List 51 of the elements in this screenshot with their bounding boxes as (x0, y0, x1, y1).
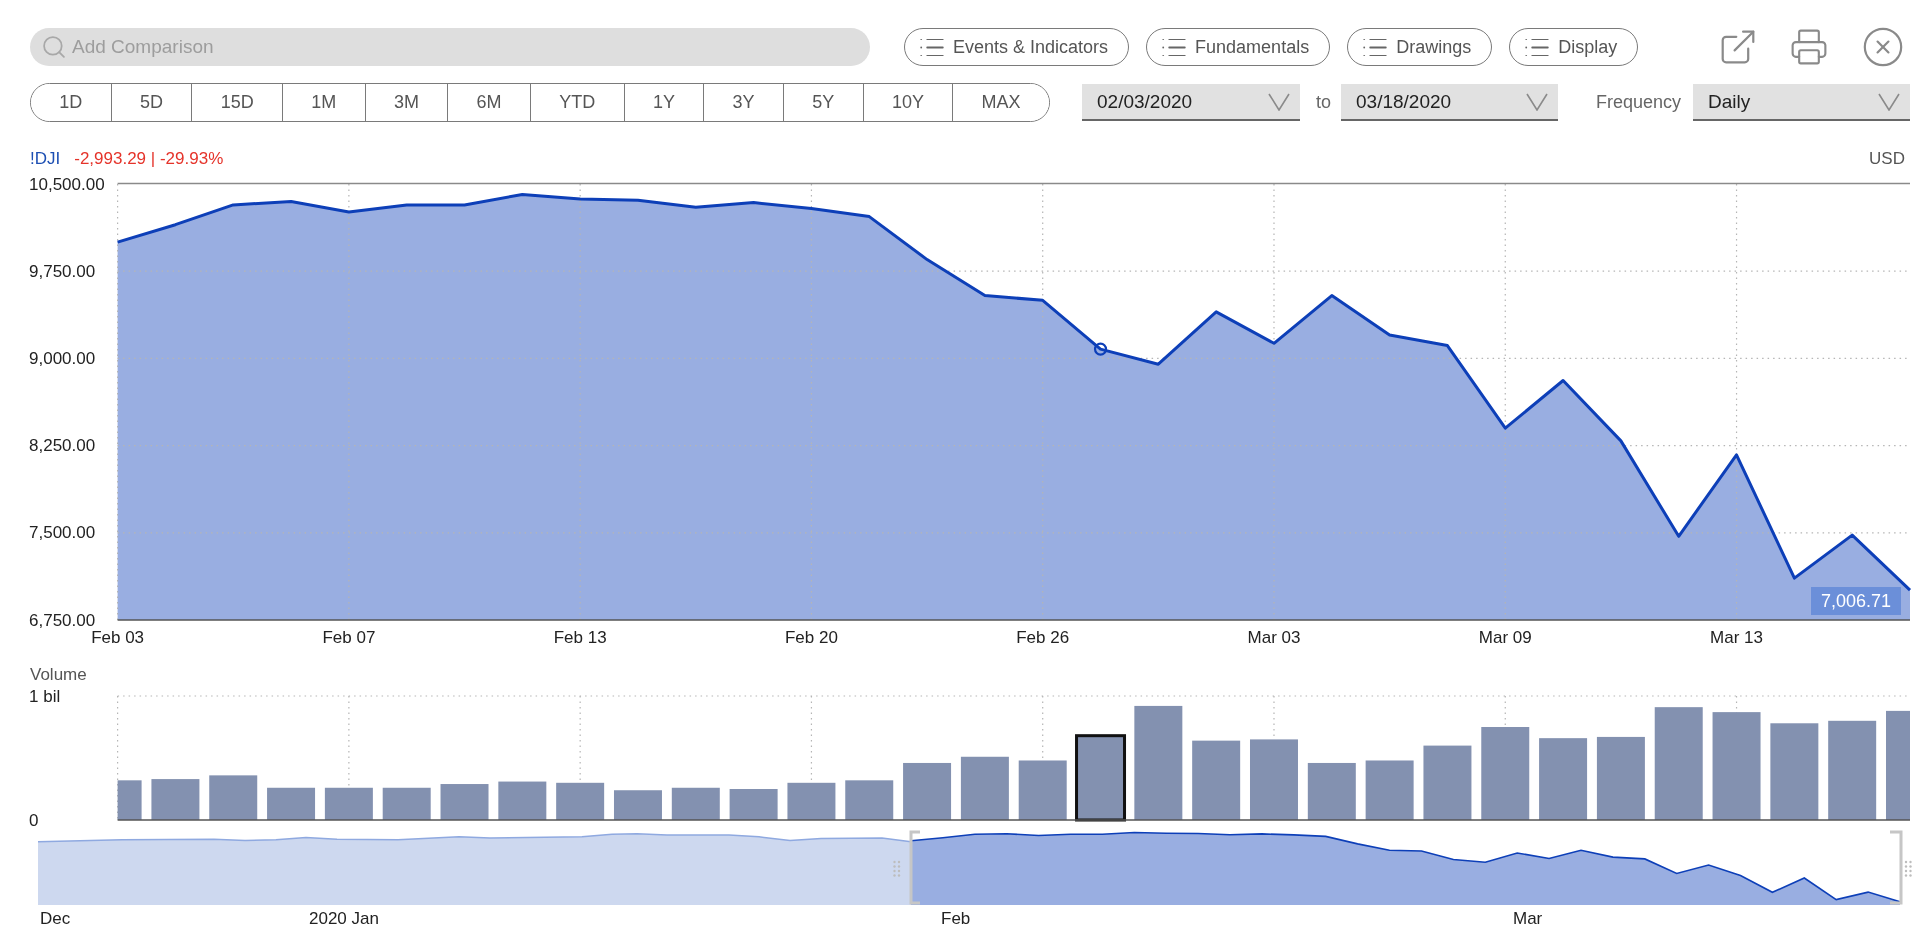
y-axis-label: 1 bil (29, 686, 61, 706)
chevron-down-icon (1878, 92, 1901, 111)
timeline-label: Feb (941, 909, 971, 928)
list-icon (1363, 38, 1388, 56)
y-axis-label: 9,000.00 (29, 348, 96, 368)
frequency-label: Frequency (1596, 92, 1682, 113)
date-dropdown[interactable]: 03/18/2020 (1341, 84, 1558, 121)
last-price-badge: 7,006.71 (1811, 587, 1901, 615)
timeline-label: 2020 Jan (309, 909, 379, 928)
external-link-icon[interactable] (1721, 30, 1755, 64)
menu-button[interactable]: Display (1509, 28, 1639, 66)
date-dropdown[interactable]: 02/03/2020 (1082, 84, 1300, 121)
frequency-dropdown[interactable]: Daily (1693, 84, 1911, 121)
timeline-label: Mar (1513, 909, 1543, 928)
chevron-down-icon (1268, 92, 1290, 111)
range-handle[interactable] (1890, 830, 1912, 905)
price-change: -2,993.29 | -29.93% (74, 149, 224, 169)
x-axis-label: Mar 13 (1710, 627, 1763, 647)
list-icon (920, 38, 944, 56)
search-field[interactable]: Add Comparison (30, 28, 870, 66)
range-tab[interactable]: MAX (952, 84, 1049, 121)
x-axis-label: Feb 07 (322, 627, 376, 647)
list-icon (1525, 38, 1550, 56)
symbol-label: !DJI (30, 149, 61, 169)
annotation: 7,006.71 (1820, 591, 1892, 611)
y-axis-label: 6,750.00 (29, 610, 96, 630)
x-axis-label: Feb 26 (1016, 627, 1070, 647)
menu-button[interactable]: Events & Indicators (904, 28, 1130, 66)
menu-button[interactable]: Drawings (1347, 28, 1493, 66)
x-axis-label: Feb 13 (553, 627, 607, 647)
y-axis-label: 0 (29, 810, 39, 830)
timeline-label: Dec (40, 909, 71, 928)
y-axis-label: 8,250.00 (29, 436, 96, 456)
x-axis-label: Feb 03 (91, 627, 145, 647)
chart-title: Volume (30, 665, 87, 685)
range-handle[interactable] (893, 830, 920, 905)
x-axis-label: Mar 09 (1478, 627, 1532, 647)
y-axis-label: 10,500.00 (29, 176, 105, 194)
y-axis-label: 9,750.00 (29, 261, 96, 281)
chevron-down-icon (1526, 92, 1548, 111)
x-axis-label: Feb 20 (784, 627, 838, 647)
to-label: to (1316, 92, 1331, 113)
print-icon[interactable] (1789, 29, 1829, 65)
list-icon (1162, 38, 1187, 56)
y-axis-label: 7,500.00 (29, 523, 96, 543)
close-icon[interactable] (1863, 27, 1903, 67)
menu-button[interactable]: Fundamentals (1146, 28, 1331, 66)
currency-label: USD (1869, 149, 1905, 169)
navigator-selected-area[interactable] (910, 831, 1901, 905)
search-icon (43, 36, 65, 58)
x-axis-label: Mar 03 (1247, 627, 1301, 647)
